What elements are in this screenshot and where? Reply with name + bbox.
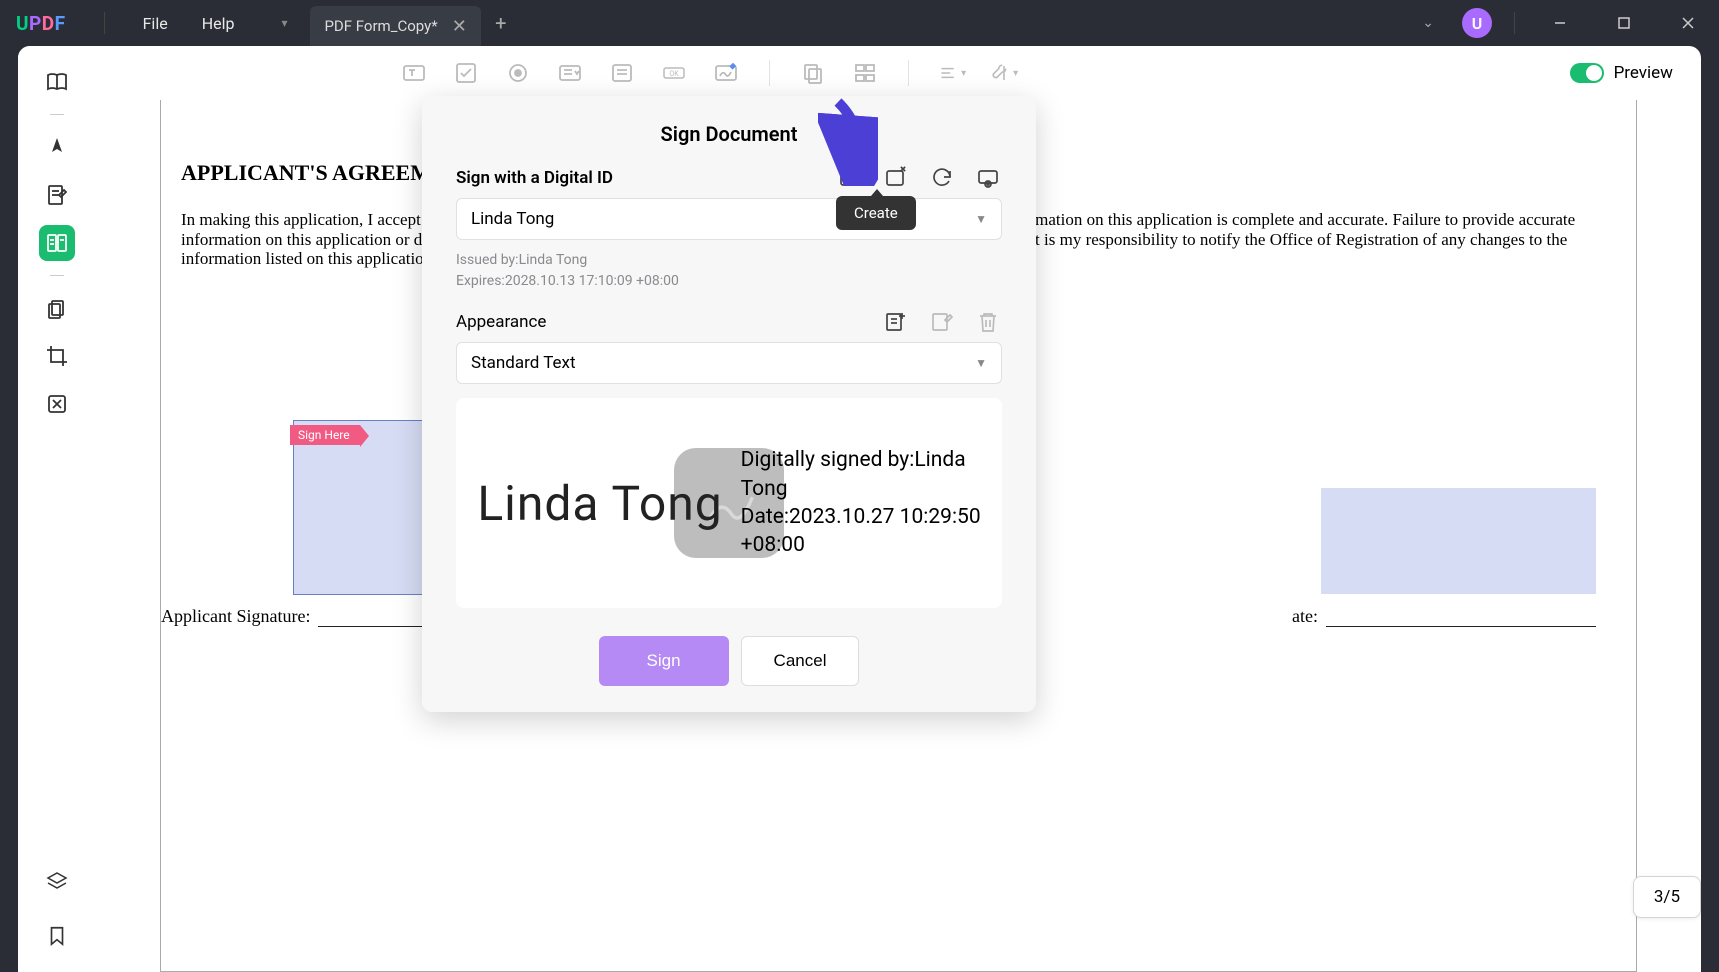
sidebar-organize-icon[interactable] — [39, 290, 75, 326]
date-field[interactable] — [1321, 488, 1596, 594]
titlebar: UPDF File Help ▾ PDF Form_Copy* ✕ + ⌄ U — [0, 0, 1719, 46]
sidebar-reader-icon[interactable] — [39, 64, 75, 100]
checkbox-icon[interactable] — [451, 58, 481, 88]
sidebar-crop-icon[interactable] — [39, 338, 75, 374]
new-appearance-icon[interactable] — [882, 308, 910, 336]
sidebar-bookmark-icon[interactable] — [39, 918, 75, 954]
refresh-icon[interactable] — [928, 164, 956, 192]
tab-menu-chevron[interactable]: ▾ — [270, 0, 310, 46]
sign-document-modal: Sign Document Sign with a Digital ID Lin… — [422, 96, 1036, 712]
user-avatar[interactable]: U — [1462, 8, 1492, 38]
text-field-icon[interactable] — [399, 58, 429, 88]
sidebar-divider — [50, 275, 64, 276]
digital-id-value: Linda Tong — [471, 209, 554, 229]
minimize-button[interactable] — [1537, 0, 1583, 46]
toolbar-divider — [769, 60, 770, 86]
edit-appearance-icon[interactable] — [928, 308, 956, 336]
sign-here-tag: Sign Here — [290, 425, 360, 445]
dropdown-icon[interactable] — [555, 58, 585, 88]
tools-icon[interactable]: ▾ — [989, 58, 1019, 88]
appearance-label: Appearance — [456, 312, 546, 332]
sidebar-layers-icon[interactable] — [39, 864, 75, 900]
maximize-button[interactable] — [1601, 0, 1647, 46]
toolbar-divider — [908, 60, 909, 86]
chevron-down-icon: ▼ — [975, 356, 987, 370]
chevron-down-icon: ▼ — [975, 212, 987, 226]
left-sidebar — [18, 46, 96, 972]
distribute-icon[interactable] — [850, 58, 880, 88]
preview-toggle[interactable] — [1570, 63, 1604, 83]
listbox-icon[interactable] — [607, 58, 637, 88]
appearance-value: Standard Text — [471, 353, 576, 373]
tab-title: PDF Form_Copy* — [324, 17, 437, 35]
create-tooltip: Create — [836, 196, 916, 230]
view-id-icon[interactable] — [974, 164, 1002, 192]
button-icon[interactable]: OK — [659, 58, 689, 88]
delete-appearance-icon[interactable] — [974, 308, 1002, 336]
menu-file[interactable]: File — [143, 14, 168, 33]
menu-help[interactable]: Help — [202, 14, 235, 33]
digital-id-select[interactable]: Linda Tong ▼ — [456, 198, 1002, 240]
copy-icon[interactable] — [798, 58, 828, 88]
import-id-icon[interactable] — [882, 164, 910, 192]
sign-button[interactable]: Sign — [599, 636, 729, 686]
tab-close-icon[interactable]: ✕ — [452, 16, 467, 37]
modal-title: Sign Document — [456, 122, 1002, 146]
id-meta: Issued by:Linda Tong Expires:2028.10.13 … — [456, 250, 1002, 292]
signature-preview: Linda Tong Digitally signed by:Linda Ton… — [456, 398, 1002, 608]
sidebar-divider — [50, 114, 64, 115]
window-chevron-icon[interactable]: ⌄ — [1412, 15, 1444, 31]
app-logo: UPDF — [16, 12, 66, 35]
sidebar-edit-icon[interactable] — [39, 177, 75, 213]
preview-info: Digitally signed by:Linda Tong Date:2023… — [741, 446, 981, 559]
divider — [1514, 12, 1515, 34]
appearance-select[interactable]: Standard Text ▼ — [456, 342, 1002, 384]
cancel-button[interactable]: Cancel — [741, 636, 860, 686]
page-counter[interactable]: 3/5 — [1633, 876, 1701, 918]
preview-name: Linda Tong — [477, 475, 722, 532]
radio-icon[interactable] — [503, 58, 533, 88]
preview-label: Preview — [1614, 63, 1673, 83]
sidebar-annotate-icon[interactable] — [39, 129, 75, 165]
close-button[interactable] — [1665, 0, 1711, 46]
sign-with-label: Sign with a Digital ID — [456, 168, 613, 188]
date-label: ate: — [1292, 606, 1596, 627]
new-tab-button[interactable]: + — [481, 0, 521, 46]
sidebar-redact-icon[interactable] — [39, 386, 75, 422]
svg-text:OK: OK — [670, 70, 680, 78]
annotation-arrow — [818, 96, 878, 186]
align-icon[interactable]: ▾ — [937, 58, 967, 88]
document-tab[interactable]: PDF Form_Copy* ✕ — [310, 6, 480, 46]
form-toolbar: OK ▾ ▾ Preview — [96, 46, 1701, 100]
sidebar-form-icon[interactable] — [39, 225, 75, 261]
signature-icon[interactable] — [711, 58, 741, 88]
divider — [104, 12, 105, 34]
